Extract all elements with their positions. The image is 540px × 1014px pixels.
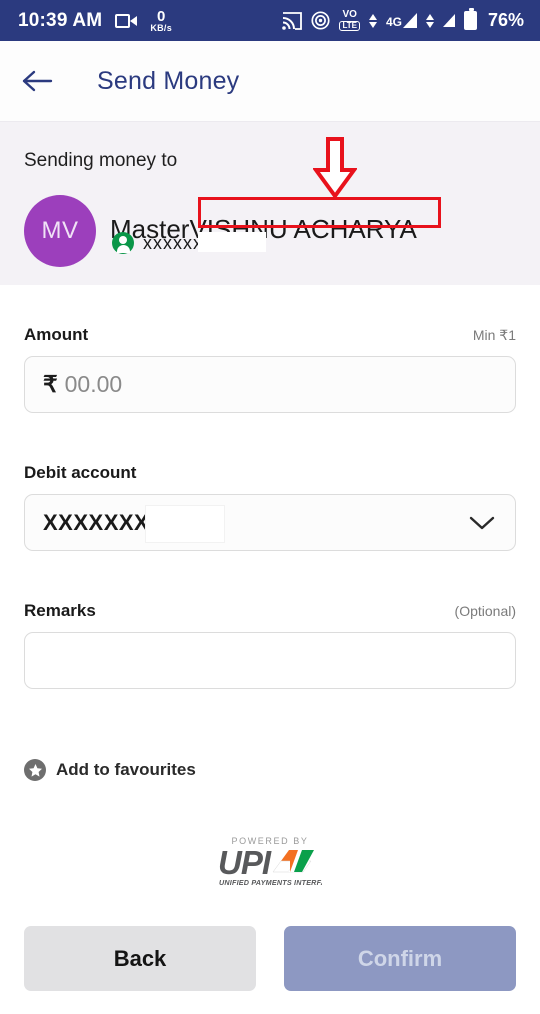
cast-icon <box>282 11 303 30</box>
battery-icon <box>463 8 477 30</box>
star-circle-icon <box>24 759 46 781</box>
redaction-block-account <box>145 505 225 543</box>
debit-account-section: Debit account XXXXXXX <box>0 463 540 551</box>
signal-sim2-icon <box>442 14 455 27</box>
app-header: Send Money <box>0 41 540 121</box>
remarks-section: Remarks (Optional) <box>0 601 540 689</box>
page-title: Send Money <box>97 66 240 95</box>
amount-label: Amount <box>24 325 89 344</box>
chevron-down-icon[interactable] <box>467 514 497 532</box>
upi-logo-icon: UPI UNIFIED PAYMENTS INTERFACE <box>218 846 322 887</box>
upi-powered-by-label: POWERED BY <box>231 836 309 846</box>
status-bar-right: VO LTE 4G 76% <box>282 8 540 31</box>
avatar: MV <box>24 195 96 267</box>
debit-account-label: Debit account <box>24 463 137 482</box>
amount-input[interactable]: ₹ 00.00 <box>24 356 516 413</box>
footer-actions: Back Confirm <box>0 926 540 991</box>
amount-value: 00.00 <box>64 371 123 397</box>
battery-percent-label: 76% <box>487 10 524 30</box>
remarks-optional-hint: (Optional) <box>454 603 516 619</box>
debit-account-label-row: Debit account <box>0 463 540 483</box>
avatar-initials: MV <box>41 217 79 244</box>
upi-tagline: UNIFIED PAYMENTS INTERFACE <box>219 878 322 887</box>
data-arrows-icon <box>368 13 377 28</box>
person-circle-icon <box>112 232 134 254</box>
add-to-favourites-toggle[interactable]: Add to favourites <box>24 759 196 781</box>
remarks-input[interactable] <box>24 632 516 689</box>
status-bar-left: 10:39 AM 0 KB/s <box>0 9 172 33</box>
hotspot-icon <box>311 11 330 30</box>
status-bar-clock: 10:39 AM <box>18 9 103 31</box>
signal-4g-icon: 4G <box>385 13 417 29</box>
volte-label-bottom: LTE <box>339 21 360 31</box>
send-money-screen: 10:39 AM 0 KB/s VO LTE 4G 76% Send Money… <box>0 0 540 1014</box>
arrow-left-icon[interactable] <box>22 69 76 93</box>
back-button[interactable]: Back <box>24 926 256 991</box>
remarks-label-row: Remarks (Optional) <box>0 601 540 621</box>
volte-label-top: VO <box>342 9 357 20</box>
network-speed-icon: 0 KB/s <box>150 9 172 33</box>
network-speed-unit: KB/s <box>150 22 173 33</box>
recipient-panel: Sending money to MV MasterVISHNU ACHARYA <box>0 121 540 285</box>
remarks-label: Remarks <box>24 601 96 620</box>
network-type-label: 4G <box>385 15 402 29</box>
network-speed-value: 0 <box>157 7 166 25</box>
transfer-form: Amount Min ₹1 ₹ 00.00 Debit account XXXX… <box>0 285 540 1014</box>
status-bar: 10:39 AM 0 KB/s VO LTE 4G 76% <box>0 0 540 41</box>
debit-account-select[interactable]: XXXXXXX <box>24 494 516 551</box>
amount-min-hint: Min ₹1 <box>472 327 516 343</box>
amount-section: Amount Min ₹1 ₹ 00.00 <box>0 325 540 413</box>
add-to-favourites-label: Add to favourites <box>56 760 196 779</box>
rupee-symbol-icon: ₹ <box>43 371 58 397</box>
amount-label-row: Amount Min ₹1 <box>0 325 540 345</box>
data-arrows-secondary-icon <box>425 13 434 28</box>
redaction-block-upi <box>198 232 266 252</box>
svg-text:UPI: UPI <box>218 846 272 881</box>
sending-money-to-label: Sending money to <box>24 150 178 171</box>
volte-icon: VO LTE <box>339 10 360 31</box>
screen-record-icon <box>115 13 138 28</box>
debit-account-value: XXXXXXX <box>43 509 150 535</box>
confirm-button[interactable]: Confirm <box>284 926 516 991</box>
upi-branding: POWERED BY UPI UNIFIED PAYMENTS INTERFAC… <box>0 836 540 888</box>
